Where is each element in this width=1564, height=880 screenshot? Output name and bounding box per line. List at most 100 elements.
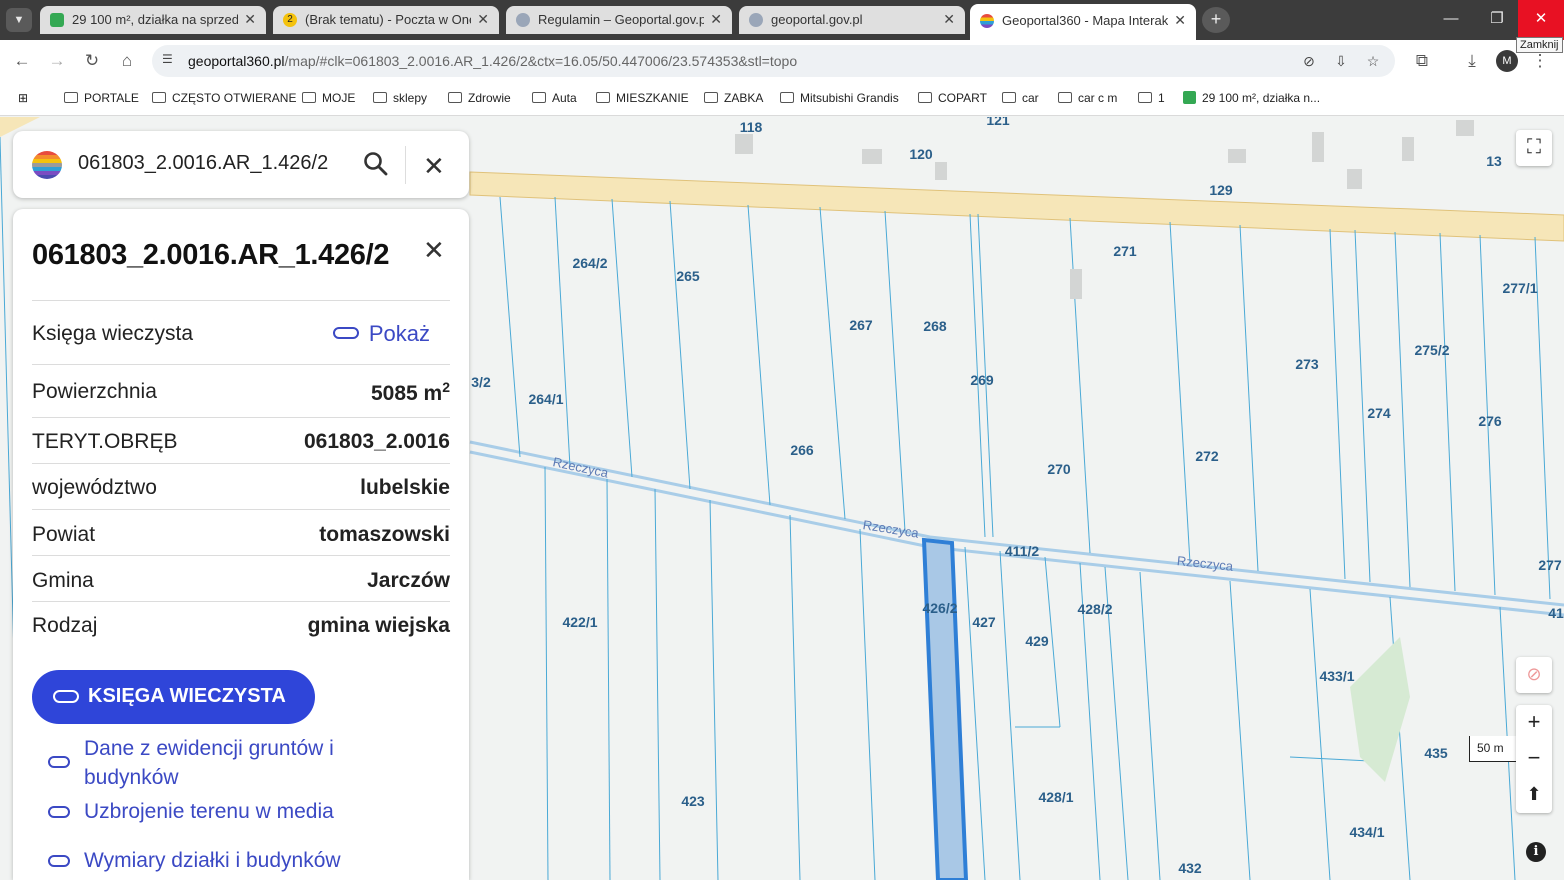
compass-icon[interactable]: ⬆: [1516, 777, 1552, 813]
apps-icon[interactable]: ⊞: [18, 91, 28, 105]
parcel-info-panel: 061803_2.0016.AR_1.426/2 ✕ Księga wieczy…: [13, 209, 469, 880]
link-icon: [48, 756, 70, 768]
install-app-icon[interactable]: ⇩: [1332, 53, 1350, 71]
folder-icon: [596, 92, 610, 103]
selected-parcel-highlight[interactable]: [921, 537, 969, 880]
row-teryt-obreb: TERYT.OBRĘB 061803_2.0016: [32, 417, 450, 463]
divider: [405, 146, 406, 184]
tab-title: Regulamin – Geoportal.gov.pl: [538, 12, 704, 27]
bookmark-folder[interactable]: car c m: [1058, 91, 1117, 105]
close-window-button[interactable]: ✕: [1518, 0, 1564, 40]
tab-onet-mail[interactable]: 2 (Brak tematu) - Poczta w Onet.pl ✕: [273, 6, 499, 34]
row-wojewodztwo: województwo lubelskie: [32, 463, 450, 509]
parcel-label: 428/1: [1038, 789, 1074, 805]
parcel-label: 270: [1047, 461, 1071, 477]
geoportal360-favicon: [980, 14, 994, 28]
parcel-label: 429: [1025, 633, 1049, 649]
panel-title: 061803_2.0016.AR_1.426/2: [32, 239, 390, 271]
bookmark-folder[interactable]: sklepy: [373, 91, 427, 105]
tab-dzialka[interactable]: 29 100 m², działka na sprzedaż ✕: [40, 6, 266, 34]
search-icon[interactable]: [363, 151, 389, 177]
parcel-label: 276: [1478, 413, 1502, 429]
parcel-label: 118: [739, 119, 763, 135]
show-ksiega-link[interactable]: Pokaż: [332, 321, 430, 347]
tab-strip: ▼ 29 100 m², działka na sprzedaż ✕ 2 (Br…: [0, 0, 1564, 40]
bookmarks-bar: ⊞ PORTALE CZĘSTO OTWIERANE MOJE sklepy Z…: [0, 82, 1564, 116]
forward-icon[interactable]: →: [45, 50, 69, 72]
fullscreen-icon[interactable]: ⛶: [1516, 130, 1552, 166]
folder-icon: [1058, 92, 1072, 103]
close-tab-icon[interactable]: ✕: [244, 11, 256, 28]
bookmark-star-icon[interactable]: ☆: [1364, 53, 1382, 71]
row-value: tomaszowski: [319, 523, 450, 546]
ksiega-wieczysta-button[interactable]: KSIĘGA WIECZYSTA: [32, 670, 315, 724]
bookmark-folder[interactable]: MIESZKANIE: [596, 91, 689, 105]
row-gmina: Gmina Jarczów: [32, 555, 450, 601]
tab-title: (Brak tematu) - Poczta w Onet.pl: [305, 12, 471, 27]
zoom-in-button[interactable]: +: [1516, 705, 1552, 741]
location-off-icon[interactable]: ⊘: [1516, 657, 1552, 693]
bookmark-folder[interactable]: Zdrowie: [448, 91, 511, 105]
url-text[interactable]: geoportal360.pl/map/#clk=061803_2.0016.A…: [188, 53, 797, 69]
downloads-icon[interactable]: ⤓: [1460, 50, 1484, 72]
parcel-label: 265: [676, 268, 700, 284]
close-panel-icon[interactable]: ✕: [423, 235, 445, 266]
bookmark-folder[interactable]: Mitsubishi Grandis: [780, 91, 899, 105]
reload-icon[interactable]: ↻: [80, 50, 104, 72]
tab-search-button[interactable]: ▼: [6, 8, 32, 32]
close-tab-icon[interactable]: ✕: [943, 11, 955, 28]
tab-title: Geoportal360 - Mapa Interaktywna: [1002, 13, 1168, 28]
bookmark-folder[interactable]: 1: [1138, 91, 1165, 105]
address-bar[interactable]: ☰ geoportal360.pl/map/#clk=061803_2.0016…: [152, 45, 1395, 77]
folder-icon: [152, 92, 166, 103]
bookmark-folder[interactable]: COPART: [918, 91, 987, 105]
row-label: Księga wieczysta: [32, 322, 194, 345]
bookmark-folder[interactable]: CZĘSTO OTWIERANE: [152, 91, 296, 105]
tab-title: 29 100 m², działka na sprzedaż: [72, 12, 238, 27]
bookmark-folder[interactable]: Auta: [532, 91, 577, 105]
close-tab-icon[interactable]: ✕: [477, 11, 489, 28]
parcel-label: 435: [1424, 745, 1448, 761]
site-info-icon[interactable]: ☰: [162, 52, 178, 68]
parcel-label: 432: [1178, 860, 1202, 876]
bookmark-folder[interactable]: MOJE: [302, 91, 355, 105]
row-label: województwo: [32, 476, 157, 499]
tracking-icon[interactable]: ⊘: [1300, 53, 1318, 71]
row-label: Powiat: [32, 523, 96, 546]
info-icon[interactable]: i: [1526, 842, 1546, 862]
menu-icon[interactable]: ⋮: [1528, 50, 1552, 72]
folder-icon: [704, 92, 718, 103]
close-tab-icon[interactable]: ✕: [1174, 12, 1186, 29]
extensions-icon[interactable]: ⧉: [1410, 50, 1434, 72]
parcel-label: 120: [909, 146, 933, 162]
tab-title: geoportal.gov.pl: [771, 12, 863, 27]
back-icon[interactable]: ←: [10, 50, 34, 72]
parcel-label: 129: [1209, 182, 1233, 198]
parcel-label: 269: [970, 372, 994, 388]
restore-button[interactable]: ❐: [1474, 0, 1520, 40]
parcel-label: 3/2: [471, 374, 491, 390]
folder-icon: [64, 92, 78, 103]
new-tab-button[interactable]: +: [1202, 7, 1230, 33]
row-ksiega-wieczysta: Księga wieczysta Pokaż: [32, 300, 450, 364]
close-tab-icon[interactable]: ✕: [710, 11, 722, 28]
folder-icon: [373, 92, 387, 103]
parcel-label: 267: [849, 317, 873, 333]
tab-geoportal360[interactable]: Geoportal360 - Mapa Interaktywna ✕: [970, 4, 1196, 40]
clear-search-icon[interactable]: ✕: [423, 151, 445, 182]
bookmark-folder[interactable]: ZABKA: [704, 91, 763, 105]
minimize-button[interactable]: —: [1428, 0, 1474, 40]
profile-avatar[interactable]: M: [1496, 50, 1518, 72]
attachment-icon: [53, 690, 79, 703]
search-input[interactable]: 061803_2.0016.AR_1.426/2: [78, 152, 328, 175]
zoom-out-button[interactable]: −: [1516, 741, 1552, 777]
bookmark-folder[interactable]: car: [1002, 91, 1039, 105]
geoportal-favicon: [516, 13, 530, 27]
tab-geoportal-gov[interactable]: geoportal.gov.pl ✕: [739, 6, 965, 34]
bookmark-site[interactable]: 29 100 m², działka n...: [1183, 91, 1320, 105]
home-icon[interactable]: ⌂: [115, 50, 139, 72]
tab-regulamin[interactable]: Regulamin – Geoportal.gov.pl ✕: [506, 6, 732, 34]
bookmark-folder[interactable]: PORTALE: [64, 91, 139, 105]
geoportal360-logo: [32, 151, 62, 179]
parcel-label: 423: [681, 793, 705, 809]
